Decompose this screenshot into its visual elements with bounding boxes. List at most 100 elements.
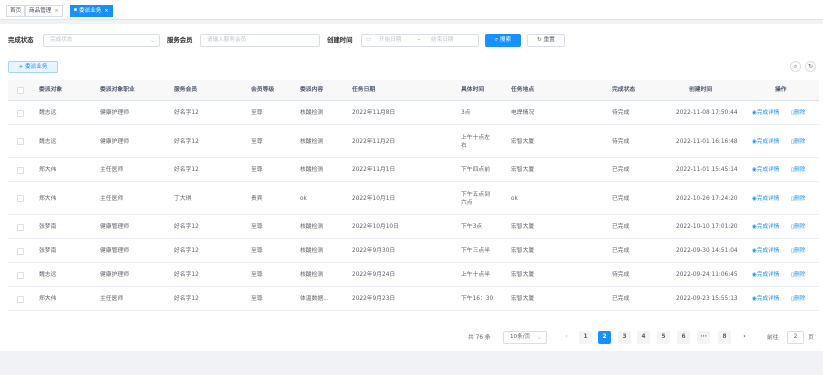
tab-home[interactable]: 首页 xyxy=(6,5,26,17)
level-cell: 至尊 xyxy=(251,272,263,278)
level-cell: 至尊 xyxy=(251,110,263,116)
delete-link[interactable]: ▯删除 xyxy=(791,109,805,117)
status-cell: 待完成 xyxy=(612,138,630,145)
level-cell: 至尊 xyxy=(251,248,263,254)
detail-link-label: 完成详情 xyxy=(756,110,780,116)
close-icon[interactable]: × xyxy=(104,8,108,14)
reset-button[interactable]: ↻ 重置 xyxy=(527,34,565,47)
header-delegate-profession: 委派对象职业 xyxy=(100,87,135,93)
tab-product-management[interactable]: 商品管理 × xyxy=(25,5,63,17)
delegate-cell: 张梦南 xyxy=(39,248,57,254)
refresh-button[interactable]: ↻ xyxy=(805,61,816,72)
row-checkbox[interactable] xyxy=(17,109,24,117)
header-member: 服务会员 xyxy=(174,87,198,93)
page-button[interactable]: 5 xyxy=(657,331,670,344)
tab-delegation[interactable]: 委派业务 × xyxy=(70,5,113,17)
delete-link[interactable]: ▯删除 xyxy=(791,166,805,174)
select-all-checkbox[interactable] xyxy=(17,87,24,94)
delete-link[interactable]: ▯删除 xyxy=(791,195,805,203)
start-date-placeholder: 开始日期 xyxy=(379,37,402,43)
add-delegation-button[interactable]: + 委派业务 xyxy=(8,61,58,73)
profession-cell: 健康护理师 xyxy=(100,138,129,145)
detail-link[interactable]: ◉完成详情 xyxy=(752,109,779,117)
location-cell: 宏智大厦 xyxy=(511,272,535,278)
detail-link-label: 完成详情 xyxy=(756,138,780,145)
content-cell: 核酸检测 xyxy=(300,138,324,145)
row-checkbox[interactable] xyxy=(17,295,24,303)
status-cell: 已完成 xyxy=(612,224,630,230)
chevron-right-icon: › xyxy=(743,334,746,340)
created-time-cell: 2022-09-30 14:51:04 xyxy=(676,248,738,254)
calendar-icon: ▭ xyxy=(366,37,372,43)
prev-page-button[interactable]: ‹ xyxy=(560,331,573,344)
level-cell: 至尊 xyxy=(251,296,263,302)
row-checkbox[interactable] xyxy=(17,271,24,279)
detail-link[interactable]: ◉完成详情 xyxy=(752,166,779,174)
detail-link-label: 完成详情 xyxy=(756,272,780,278)
detail-link[interactable]: ◉完成详情 xyxy=(752,223,779,231)
profession-cell: 主任医师 xyxy=(100,296,124,302)
detail-link[interactable]: ◉完成详情 xyxy=(752,138,779,146)
detail-link-label: 完成详情 xyxy=(756,296,780,302)
table-row: 郑大伟 主任医师 丁大琪 贵宾 ok 2022年10月1日 下午五点到六点 ok 已完成 2022… xyxy=(8,182,819,215)
page-size-value: 10条/页 xyxy=(510,334,531,340)
tab-label: 首页 xyxy=(10,8,22,14)
page-button[interactable]: 6 xyxy=(677,331,690,344)
page-size-select[interactable]: 10条/页 ⌄ xyxy=(503,331,547,344)
detail-link[interactable]: ◉完成详情 xyxy=(752,247,779,255)
delete-link-label: 删除 xyxy=(794,167,806,173)
page-ellipsis-button[interactable]: ··· xyxy=(697,331,710,344)
page-button[interactable]: 2 xyxy=(598,331,611,344)
header-member-level: 会员等级 xyxy=(251,87,275,93)
search-toggle-button[interactable]: ⌕ xyxy=(790,61,801,72)
row-checkbox[interactable] xyxy=(17,138,24,145)
status-cell: 已完成 xyxy=(612,195,630,202)
search-button[interactable]: ⌕ 搜索 xyxy=(485,34,521,47)
status-cell: 待完成 xyxy=(612,110,630,116)
date-range-picker[interactable]: ▭ 开始日期 - 结束日期 xyxy=(361,34,479,47)
detail-link[interactable]: ◉完成详情 xyxy=(752,271,779,279)
table-row: 魏志远 健康护理师 好名字12 至尊 核酸检测 2022年11月8日 3点 电焊情况 待完成 20… xyxy=(8,101,819,125)
table-row: 魏志远 健康护理师 好名字12 至尊 核酸检测 2022年11月2日 上午十点左右 宏智大厦 待… xyxy=(8,125,819,158)
table-row: 张梦南 健康管理师 好名字12 至尊 核酸检测 2022年10月10日 下午3点 宏智大厦 已完… xyxy=(8,215,819,239)
profession-cell: 主任医师 xyxy=(100,167,124,173)
content-cell: ok xyxy=(300,195,307,202)
status-cell: 已完成 xyxy=(612,248,630,254)
page-button[interactable]: 1 xyxy=(579,331,592,344)
row-checkbox[interactable] xyxy=(17,195,24,202)
task-date-cell: 2022年11月2日 xyxy=(352,138,396,145)
row-checkbox[interactable] xyxy=(17,223,24,231)
delete-link[interactable]: ▯删除 xyxy=(791,138,805,146)
page-button[interactable]: 8 xyxy=(718,331,731,344)
task-date-cell: 2022年11月1日 xyxy=(352,167,396,173)
row-checkbox[interactable] xyxy=(17,166,24,174)
goto-page-input[interactable]: 2 xyxy=(787,331,804,344)
detail-link[interactable]: ◉完成详情 xyxy=(752,295,779,303)
created-time-cell: 2022-11-01 16:16:48 xyxy=(676,138,738,145)
page-button[interactable]: 4 xyxy=(637,331,650,344)
status-select[interactable]: 完成状态 ⌄ xyxy=(43,34,160,47)
row-checkbox[interactable] xyxy=(17,247,24,255)
page-button[interactable]: 3 xyxy=(618,331,631,344)
tab-label: 委派业务 xyxy=(79,8,102,14)
header-created-time: 创建时间 xyxy=(689,87,713,93)
delete-link[interactable]: ▯删除 xyxy=(791,247,805,255)
member-cell: 好名字12 xyxy=(174,272,199,278)
member-cell: 好名字12 xyxy=(174,110,199,116)
detail-link[interactable]: ◉完成详情 xyxy=(752,195,779,203)
content-cell: 核酸检测 xyxy=(300,167,324,173)
pagination-total: 共 76 条 xyxy=(468,335,491,341)
created-time-cell: 2022-11-01 15:45:14 xyxy=(676,167,738,173)
next-page-button[interactable]: › xyxy=(738,331,751,344)
delete-link[interactable]: ▯删除 xyxy=(791,223,805,231)
level-cell: 贵宾 xyxy=(251,195,263,202)
delete-link[interactable]: ▯删除 xyxy=(791,271,805,279)
delete-link[interactable]: ▯删除 xyxy=(791,295,805,303)
detail-link-label: 完成详情 xyxy=(756,195,780,202)
member-input[interactable]: 请输入服务会员 xyxy=(200,34,320,47)
location-cell: 宏智大厦 xyxy=(511,138,535,145)
close-icon[interactable]: × xyxy=(54,8,58,14)
refresh-icon: ↻ xyxy=(807,63,814,70)
header-actions: 操作 xyxy=(775,87,787,93)
header-status: 完成状态 xyxy=(612,87,636,93)
